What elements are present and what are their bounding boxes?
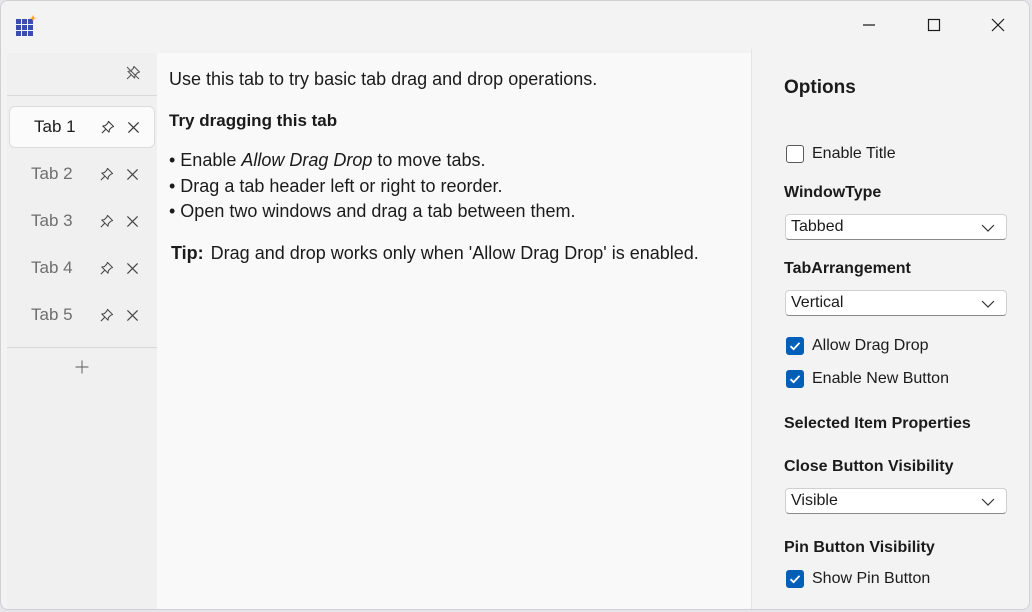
app-window: Tab 1 Tab 2 Tab 3 Tab 4 Tab 5 Use this t… [0, 0, 1030, 610]
tab-label: Tab 5 [31, 305, 73, 324]
tab-2[interactable]: Tab 2 [9, 153, 155, 195]
pin-icon [100, 214, 113, 227]
unpin-icon [126, 65, 141, 80]
add-tab-button[interactable] [70, 355, 94, 379]
tab-label: Tab 2 [31, 164, 73, 183]
tab-close-button[interactable] [121, 257, 143, 279]
dropdown-value: Visible [791, 492, 838, 509]
close-icon [991, 18, 1005, 32]
tab-4[interactable]: Tab 4 [9, 247, 155, 289]
close-icon [126, 262, 138, 274]
vertical-tab-strip: Tab 1 Tab 2 Tab 3 Tab 4 Tab 5 [7, 53, 157, 609]
chevron-down-icon [981, 498, 995, 506]
close-button-visibility-label: Close Button Visibility [784, 458, 954, 475]
plus-icon [75, 360, 89, 374]
pin-button[interactable] [95, 163, 117, 185]
chevron-down-icon [981, 224, 995, 232]
intro-text: Use this tab to try basic tab drag and d… [169, 69, 598, 89]
instruction-item: • Enable Allow Drag Drop to move tabs. [169, 148, 576, 174]
content-heading: Try dragging this tab [169, 111, 338, 130]
pin-button[interactable] [95, 304, 117, 326]
tip-body: Drag and drop works only when 'Allow Dra… [210, 243, 699, 263]
tab-label: Tab 4 [31, 258, 73, 277]
window-type-dropdown[interactable]: Tabbed [785, 214, 1007, 240]
close-icon [126, 309, 138, 321]
instruction-list: • Enable Allow Drag Drop to move tabs. •… [169, 148, 576, 225]
minimize-icon [863, 24, 875, 26]
tab-label: Tab 3 [31, 211, 73, 230]
checkbox-label: Allow Drag Drop [812, 337, 929, 354]
pin-button[interactable] [95, 210, 117, 232]
selected-item-properties-heading: Selected Item Properties [784, 415, 971, 432]
instruction-item: • Drag a tab header left or right to reo… [169, 175, 503, 196]
window-type-label: WindowType [784, 184, 882, 201]
checkmark-icon [786, 337, 804, 355]
tab-close-button[interactable] [121, 210, 143, 232]
chevron-down-icon [981, 300, 995, 308]
pin-icon [100, 167, 113, 180]
pin-icon [100, 308, 113, 321]
checkbox-unchecked-icon [786, 145, 804, 163]
tabstrip-divider [7, 347, 157, 348]
unpin-button[interactable] [123, 63, 143, 83]
dropdown-value: Tabbed [791, 218, 844, 235]
pin-icon [100, 261, 113, 274]
tip-text: Tip: Drag and drop works only when 'Allow… [171, 243, 699, 264]
enable-title-checkbox[interactable]: Enable Title [786, 145, 896, 163]
tab-label: Tab 1 [34, 117, 76, 136]
checkbox-label: Show Pin Button [812, 570, 931, 587]
tab-content-panel: Use this tab to try basic tab drag and d… [157, 53, 751, 609]
pin-button[interactable] [96, 116, 118, 138]
dropdown-value: Vertical [791, 294, 844, 311]
close-icon [126, 215, 138, 227]
tab-1[interactable]: Tab 1 [9, 106, 155, 148]
options-panel: Options Enable Title WindowType Tabbed T… [751, 49, 1029, 609]
checkmark-icon [786, 370, 804, 388]
tab-close-button[interactable] [121, 304, 143, 326]
close-button[interactable] [975, 9, 1021, 41]
instruction-item: • Open two windows and drag a tab betwee… [169, 201, 576, 221]
tab-close-button[interactable] [121, 163, 143, 185]
enable-new-button-checkbox[interactable]: Enable New Button [786, 370, 949, 388]
tab-close-button[interactable] [122, 116, 144, 138]
tab-arrangement-label: TabArrangement [784, 260, 911, 277]
close-button-visibility-dropdown[interactable]: Visible [785, 488, 1007, 514]
tab-3[interactable]: Tab 3 [9, 200, 155, 242]
checkmark-icon [786, 570, 804, 588]
close-icon [126, 168, 138, 180]
checkbox-label: Enable Title [812, 145, 896, 162]
tip-label: Tip: [171, 243, 204, 263]
maximize-icon [927, 18, 941, 32]
minimize-button[interactable] [846, 9, 892, 41]
pin-icon [101, 120, 114, 133]
pin-button[interactable] [95, 257, 117, 279]
options-title: Options [784, 77, 856, 98]
maximize-button[interactable] [911, 9, 957, 41]
tab-5[interactable]: Tab 5 [9, 294, 155, 336]
app-grid-icon [16, 15, 37, 36]
show-pin-button-checkbox[interactable]: Show Pin Button [786, 570, 930, 588]
allow-drag-drop-emphasis: Allow Drag Drop [241, 150, 373, 170]
tabstrip-header [7, 53, 157, 96]
checkbox-label: Enable New Button [812, 370, 949, 387]
allow-drag-drop-checkbox[interactable]: Allow Drag Drop [786, 337, 928, 355]
close-icon [127, 121, 139, 133]
pin-button-visibility-label: Pin Button Visibility [784, 539, 935, 556]
instruction-text: • Enable [169, 150, 242, 170]
tab-arrangement-dropdown[interactable]: Vertical [785, 290, 1007, 316]
title-bar[interactable] [1, 1, 1029, 49]
instruction-text: to move tabs. [377, 150, 486, 170]
